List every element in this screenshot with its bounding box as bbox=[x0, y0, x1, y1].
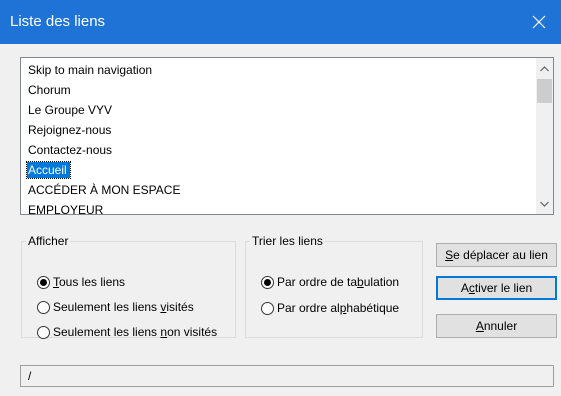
close-icon bbox=[532, 15, 546, 29]
radio-alphabetical-order[interactable]: Par ordre alphabétique bbox=[261, 301, 399, 315]
list-item-selected[interactable]: Accueil bbox=[21, 160, 536, 180]
vertical-scrollbar[interactable] bbox=[536, 58, 553, 214]
trier-group: Trier les liens Par ordre de tabulation … bbox=[245, 234, 423, 338]
list-item[interactable]: Contactez-nous bbox=[21, 140, 536, 160]
afficher-group: Afficher Tous les liens Seulement les li… bbox=[21, 234, 236, 339]
radio-indicator[interactable] bbox=[261, 301, 274, 315]
list-item[interactable]: Le Groupe VYV bbox=[21, 100, 536, 120]
radio-unvisited-links[interactable]: Seulement les liens non visités bbox=[37, 325, 217, 339]
list-item[interactable]: Chorum bbox=[21, 80, 536, 100]
trier-legend: Trier les liens bbox=[252, 234, 323, 248]
links-listbox[interactable]: Skip to main navigation Chorum Le Groupe… bbox=[20, 57, 554, 215]
cancel-button[interactable]: Annuler bbox=[436, 314, 557, 338]
scroll-down-button[interactable] bbox=[536, 195, 553, 212]
scroll-up-button[interactable] bbox=[536, 60, 553, 77]
radio-label: Seulement les liens non visités bbox=[53, 325, 218, 339]
close-button[interactable] bbox=[517, 0, 561, 44]
list-item[interactable]: Rejoignez-nous bbox=[21, 120, 536, 140]
radio-indicator[interactable] bbox=[37, 325, 50, 339]
list-item[interactable]: EMPLOYEUR bbox=[21, 200, 536, 214]
radio-label: Par ordre alphabétique bbox=[277, 301, 400, 315]
list-item[interactable]: ACCÉDER À MON ESPACE bbox=[21, 180, 536, 200]
radio-label: Par ordre de tabulation bbox=[277, 275, 400, 289]
chevron-down-icon bbox=[540, 201, 549, 207]
radio-indicator[interactable] bbox=[261, 275, 274, 289]
title-bar: Liste des liens bbox=[0, 0, 561, 44]
list-item[interactable]: Skip to main navigation bbox=[21, 60, 536, 80]
chevron-up-icon bbox=[540, 65, 549, 71]
radio-visited-links[interactable]: Seulement les liens visités bbox=[37, 300, 194, 314]
radio-label: Seulement les liens visités bbox=[53, 300, 194, 314]
radio-indicator[interactable] bbox=[37, 300, 50, 314]
status-bar: / bbox=[20, 365, 554, 387]
scroll-thumb[interactable] bbox=[537, 79, 552, 103]
window-title: Liste des liens bbox=[10, 13, 106, 30]
radio-tab-order[interactable]: Par ordre de tabulation bbox=[261, 275, 399, 289]
radio-label: Tous les liens bbox=[53, 275, 126, 289]
afficher-legend: Afficher bbox=[28, 234, 69, 248]
move-to-link-button[interactable]: Se déplacer au lien bbox=[436, 243, 557, 267]
radio-indicator[interactable] bbox=[37, 275, 50, 289]
links-list: Skip to main navigation Chorum Le Groupe… bbox=[21, 60, 536, 214]
radio-all-links[interactable]: Tous les liens bbox=[37, 275, 125, 289]
activate-link-button[interactable]: Ac tiver le lien bbox=[436, 276, 557, 300]
